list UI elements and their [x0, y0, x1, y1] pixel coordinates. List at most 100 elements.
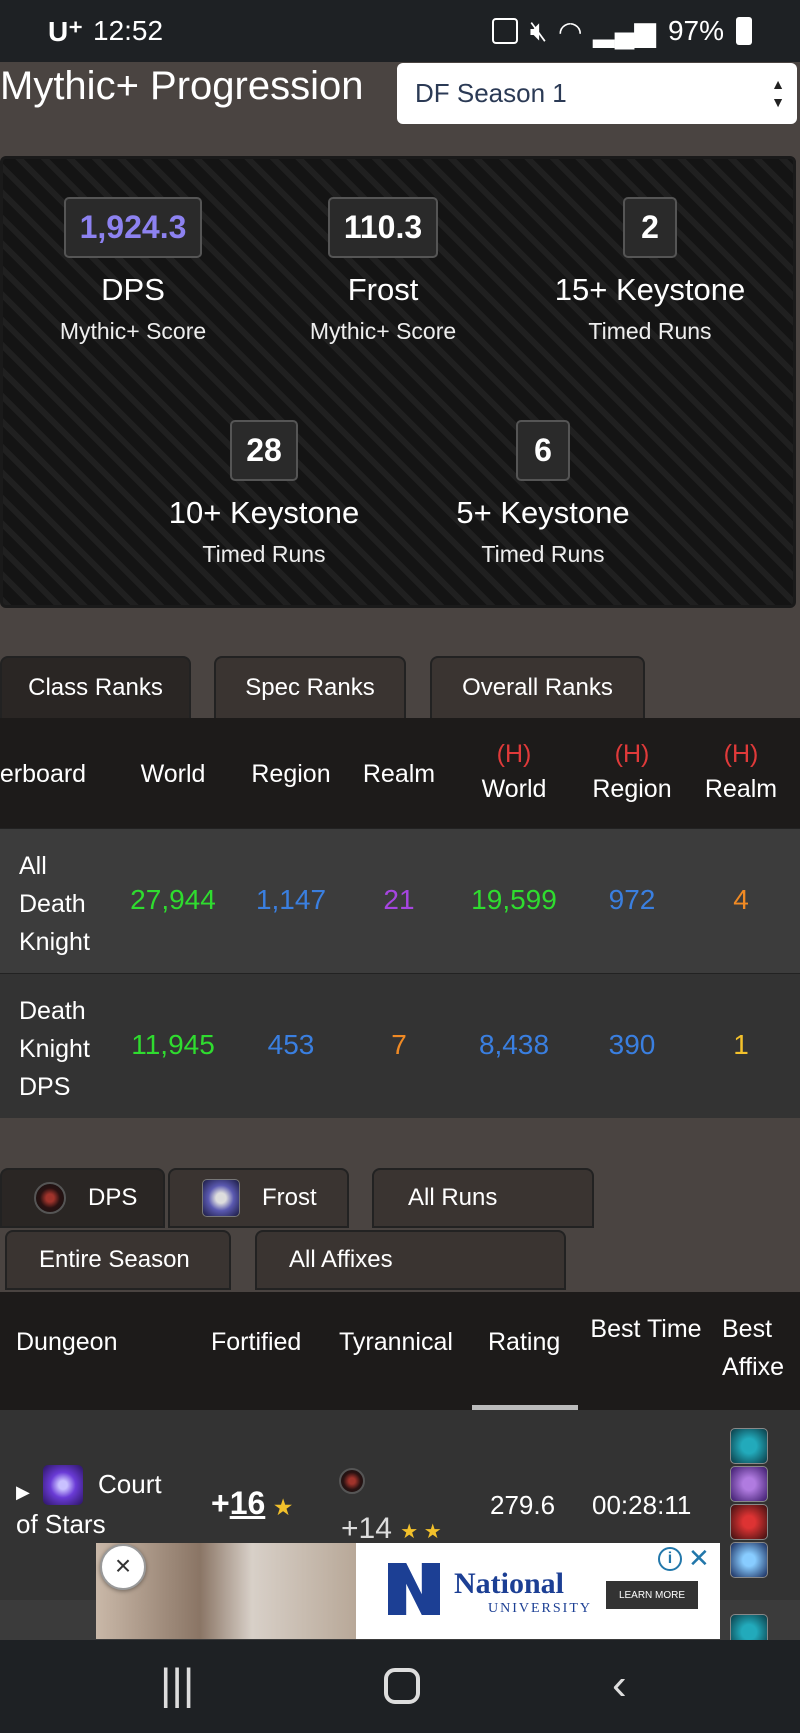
- select-arrows-icon: ▲ ▼: [771, 76, 785, 110]
- hardcore-marker: (H): [723, 740, 759, 768]
- score-label: 10+ Keystone: [168, 495, 360, 530]
- fortified-level[interactable]: +16 ★: [211, 1485, 292, 1522]
- score-label: 15+ Keystone: [554, 272, 746, 307]
- col-dungeon[interactable]: Dungeon: [16, 1328, 117, 1357]
- dps-spec-icon: [34, 1182, 66, 1214]
- hardcore-marker: (H): [496, 740, 532, 768]
- ad-banner[interactable]: National UNIVERSITY LEARN MORE i ✕: [96, 1543, 720, 1639]
- season-select-value: DF Season 1: [415, 78, 567, 108]
- rank-world[interactable]: 27,944: [113, 884, 233, 916]
- rank-realm[interactable]: 7: [339, 1029, 459, 1061]
- rank-world[interactable]: 11,945: [113, 1029, 233, 1061]
- col-fortified[interactable]: Fortified: [211, 1328, 301, 1357]
- rank-realm[interactable]: 21: [339, 884, 459, 916]
- role-filter-label: DPS: [88, 1184, 138, 1211]
- tyrannical-spec-icon: [339, 1468, 365, 1494]
- keystone-10-runs: 28 10+ Keystone Timed Runs: [134, 420, 394, 568]
- affix-bursting-icon[interactable]: [730, 1504, 768, 1540]
- fortified-prefix: +: [211, 1485, 230, 1521]
- score-value: 28: [230, 420, 298, 481]
- role-filter-dps[interactable]: DPS: [0, 1168, 165, 1228]
- tab-class-ranks[interactable]: Class Ranks: [0, 656, 191, 718]
- rank-region[interactable]: 453: [231, 1029, 351, 1061]
- col-tyrannical[interactable]: Tyrannical: [339, 1328, 453, 1357]
- rank-hc-realm[interactable]: 1: [681, 1029, 800, 1061]
- battery-icon: [736, 17, 752, 45]
- keystone-15-runs: 2 15+ Keystone Timed Runs: [520, 197, 780, 345]
- ad-close-button[interactable]: ×: [100, 1544, 146, 1590]
- affix-spiteful-icon[interactable]: [730, 1466, 768, 1502]
- recent-apps-icon[interactable]: |||: [160, 1660, 194, 1710]
- score-sublabel: Timed Runs: [481, 541, 605, 567]
- run-rating: 279.6: [490, 1490, 556, 1520]
- wifi-icon: ◜◝: [559, 15, 582, 47]
- score-panel: 1,924.3 DPS Mythic+ Score 110.3 Frost My…: [0, 156, 796, 608]
- runs-filter[interactable]: All Runs: [372, 1168, 594, 1228]
- score-value: 1,924.3: [63, 197, 203, 258]
- col-hc-realm: (H) Realm: [686, 740, 796, 804]
- clock: 12:52: [93, 15, 164, 46]
- rank-hc-world[interactable]: 8,438: [454, 1029, 574, 1061]
- tyrannical-stars: ★ ★: [400, 1521, 442, 1543]
- ad-info-icon[interactable]: i: [658, 1547, 682, 1571]
- rank-hc-region[interactable]: 390: [572, 1029, 692, 1061]
- ad-learn-more-button[interactable]: LEARN MORE: [606, 1581, 698, 1609]
- col-hc-region-label: Region: [592, 775, 672, 803]
- run-best-time: 00:28:11: [592, 1490, 692, 1520]
- affix-thundering-icon[interactable]: [730, 1542, 768, 1578]
- status-bar: U⁺ 12:52 🔇︎ ◜◝ ▂▄▆ 97%: [0, 0, 800, 62]
- carrier-label: U⁺: [48, 15, 83, 47]
- tab-overall-ranks[interactable]: Overall Ranks: [430, 656, 645, 718]
- row-name: All Death Knight: [19, 852, 90, 956]
- col-hc-world: (H) World: [459, 740, 569, 804]
- mute-icon: 🔇︎: [529, 14, 548, 46]
- dungeon-name[interactable]: Court of Stars: [16, 1464, 186, 1544]
- row-name: Death Knight DPS: [19, 997, 90, 1101]
- col-best-time[interactable]: Best Time: [590, 1310, 702, 1348]
- score-label: Frost: [347, 272, 419, 307]
- frost-spec-icon: [202, 1179, 240, 1217]
- score-label: DPS: [101, 272, 165, 307]
- tab-spec-ranks[interactable]: Spec Ranks: [214, 656, 406, 718]
- university-logo-icon: [388, 1563, 440, 1615]
- frost-score: 110.3 Frost Mythic+ Score: [253, 197, 513, 345]
- ad-subtitle: UNIVERSITY: [488, 1601, 592, 1616]
- score-value: 2: [623, 197, 677, 258]
- period-filter[interactable]: Entire Season: [5, 1230, 231, 1290]
- col-region: Region: [251, 760, 331, 788]
- tyrannical-value: +14: [341, 1512, 392, 1545]
- affixes-filter[interactable]: All Affixes: [255, 1230, 566, 1290]
- col-best-affixes[interactable]: Best Affixe: [722, 1310, 800, 1386]
- battery-saver-icon: [491, 18, 518, 44]
- season-select[interactable]: DF Season 1 ▲ ▼: [397, 63, 797, 124]
- rank-hc-region[interactable]: 972: [572, 884, 692, 916]
- system-nav-bar: ||| ‹: [0, 1640, 800, 1733]
- back-icon[interactable]: ‹: [612, 1660, 627, 1710]
- col-hc-world-label: World: [481, 775, 547, 803]
- signal-icon: ▂▄▆: [593, 15, 656, 47]
- score-sublabel: Mythic+ Score: [59, 318, 207, 344]
- score-sublabel: Timed Runs: [202, 541, 326, 567]
- runs-table-header: Dungeon Fortified Tyrannical Rating Best…: [0, 1292, 800, 1410]
- col-rating[interactable]: Rating: [488, 1328, 560, 1357]
- table-row: Death Knight DPS 11,945 453 7 8,438 390 …: [0, 973, 800, 1118]
- rank-region[interactable]: 1,147: [231, 884, 351, 916]
- rank-hc-world[interactable]: 19,599: [454, 884, 574, 916]
- page-title: Mythic+ Progression: [0, 64, 364, 108]
- score-sublabel: Mythic+ Score: [309, 318, 457, 344]
- fortified-stars: ★: [274, 1497, 293, 1519]
- ranks-table-header: erboard World Region Realm (H) World (H) R…: [0, 718, 800, 828]
- ranks-table: erboard World Region Realm (H) World (H) R…: [0, 718, 800, 1118]
- col-hc-realm-label: Realm: [704, 775, 778, 803]
- home-icon[interactable]: [384, 1668, 420, 1704]
- score-label: 5+ Keystone: [456, 495, 630, 530]
- keystone-5-runs: 6 5+ Keystone Timed Runs: [413, 420, 673, 568]
- score-value: 6: [516, 420, 570, 481]
- rank-hc-realm[interactable]: 4: [681, 884, 800, 916]
- col-world: World: [140, 760, 206, 788]
- tyrannical-level[interactable]: +14 ★ ★: [341, 1512, 442, 1546]
- ad-close-x-icon[interactable]: ✕: [688, 1543, 710, 1574]
- affix-fortified-icon[interactable]: [730, 1428, 768, 1464]
- spec-filter-label: Frost: [262, 1184, 317, 1211]
- spec-filter-frost[interactable]: Frost: [168, 1168, 349, 1228]
